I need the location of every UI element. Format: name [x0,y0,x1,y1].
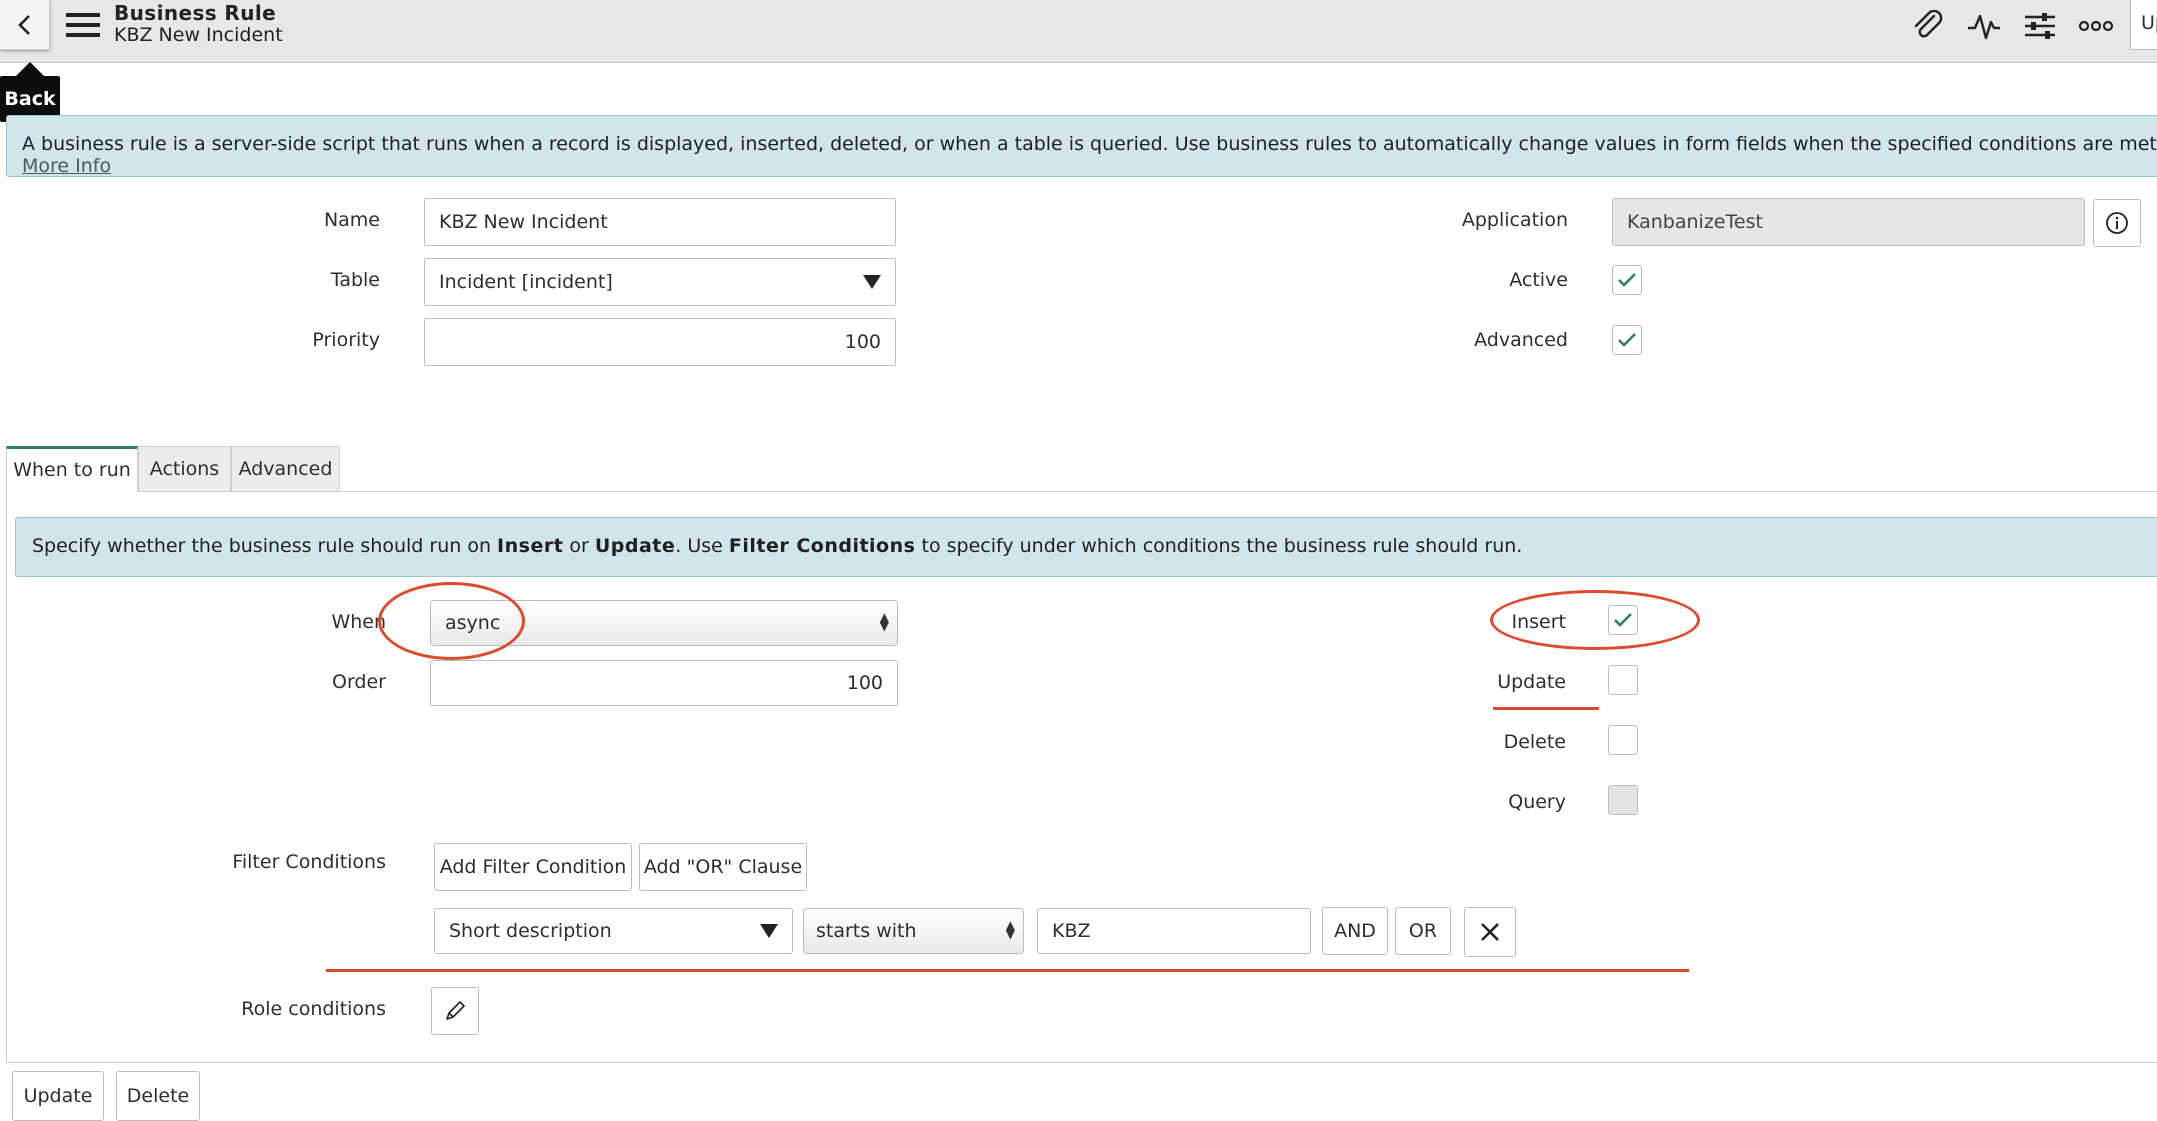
tab-actions[interactable]: Actions [138,446,231,492]
application-field: KanbanizeTest [1612,198,2085,246]
update-label: Update [1497,671,1566,693]
update-checkbox[interactable] [1608,665,1638,695]
banner-text: or [563,535,595,557]
add-or-clause-button[interactable]: Add "OR" Clause [639,843,807,891]
remove-condition-button[interactable] [1464,907,1516,957]
order-label: Order [332,671,386,693]
back-button[interactable] [0,0,50,50]
tab-advanced[interactable]: Advanced [231,446,340,492]
banner-bold-filter-conditions: Filter Conditions [728,535,916,557]
active-label: Active [1509,269,1568,291]
condition-operator-select[interactable]: starts with ▲ ▼ [803,908,1024,954]
application-info-button[interactable] [2093,199,2141,247]
delete-label: Delete [1503,731,1566,753]
name-label: Name [323,209,380,231]
update-header-button[interactable]: Up [2130,0,2157,50]
banner-text: . Use [675,535,729,557]
priority-label: Priority [312,329,380,351]
more-info-link[interactable]: More Info [22,155,111,177]
record-type-title: Business Rule [114,1,277,25]
info-banner-text: A business rule is a server-side script … [22,133,2157,155]
updown-arrows-icon: ▲ ▼ [1005,918,1015,941]
edit-role-conditions-button[interactable] [431,987,479,1035]
record-name-subtitle: KBZ New Incident [114,24,283,46]
priority-input[interactable]: 100 [424,318,896,366]
order-input[interactable]: 100 [430,660,898,706]
updown-arrows-icon: ▲ ▼ [879,610,889,633]
update-button[interactable]: Update [12,1071,104,1121]
condition-operator-value: starts with [816,920,917,942]
when-label: When [331,611,386,633]
condition-field-value: Short description [449,920,612,942]
banner-bold-update: Update [594,535,676,557]
and-button[interactable]: AND [1322,907,1388,955]
role-conditions-label: Role conditions [241,998,386,1020]
active-checkbox[interactable] [1612,265,1642,295]
banner-text: Specify whether the business rule should… [32,535,498,557]
annotation-underline-update [1493,707,1599,710]
annotation-circle-when [378,582,525,660]
advanced-label: Advanced [1474,329,1568,351]
dropdown-arrow-icon [863,275,881,289]
back-chevron-icon [17,14,30,35]
advanced-checkbox[interactable] [1612,325,1642,355]
or-button[interactable]: OR [1395,907,1451,955]
business-rule-info-banner: A business rule is a server-side script … [6,115,2157,177]
pencil-icon [446,1001,465,1020]
close-icon [1481,923,1499,941]
annotation-underline-condition [326,969,1689,972]
annotation-circle-insert [1490,590,1700,650]
tab-when-to-run[interactable]: When to run [6,446,138,492]
table-label: Table [330,269,380,291]
query-label: Query [1508,791,1566,813]
table-select-value: Incident [incident] [439,271,613,293]
banner-bold-insert: Insert [497,535,564,557]
banner-text: to specify under which conditions the bu… [915,535,1523,557]
when-to-run-info-banner: Specify whether the business rule should… [15,517,2157,577]
delete-checkbox[interactable] [1608,725,1638,755]
record-header [0,0,2157,63]
tooltip-arrow [16,62,44,76]
sliders-icon[interactable] [2022,10,2058,42]
activity-pulse-icon[interactable] [1966,10,2002,42]
dropdown-arrow-icon [760,924,778,938]
more-options-icon[interactable] [2078,10,2114,42]
paperclip-icon[interactable] [1910,10,1946,42]
add-filter-condition-button[interactable]: Add Filter Condition [434,843,632,891]
info-icon [2106,212,2128,234]
application-label: Application [1461,209,1568,231]
delete-button[interactable]: Delete [116,1071,200,1121]
hamburger-menu-icon[interactable] [66,12,100,38]
condition-field-select[interactable]: Short description [434,908,793,954]
filter-conditions-label: Filter Conditions [232,851,386,873]
table-select[interactable]: Incident [incident] [424,258,896,306]
checkmark-icon [1618,333,1636,347]
query-checkbox[interactable] [1608,785,1638,815]
name-input[interactable]: KBZ New Incident [424,198,896,246]
condition-value-input[interactable]: KBZ [1037,908,1311,954]
checkmark-icon [1618,273,1636,287]
